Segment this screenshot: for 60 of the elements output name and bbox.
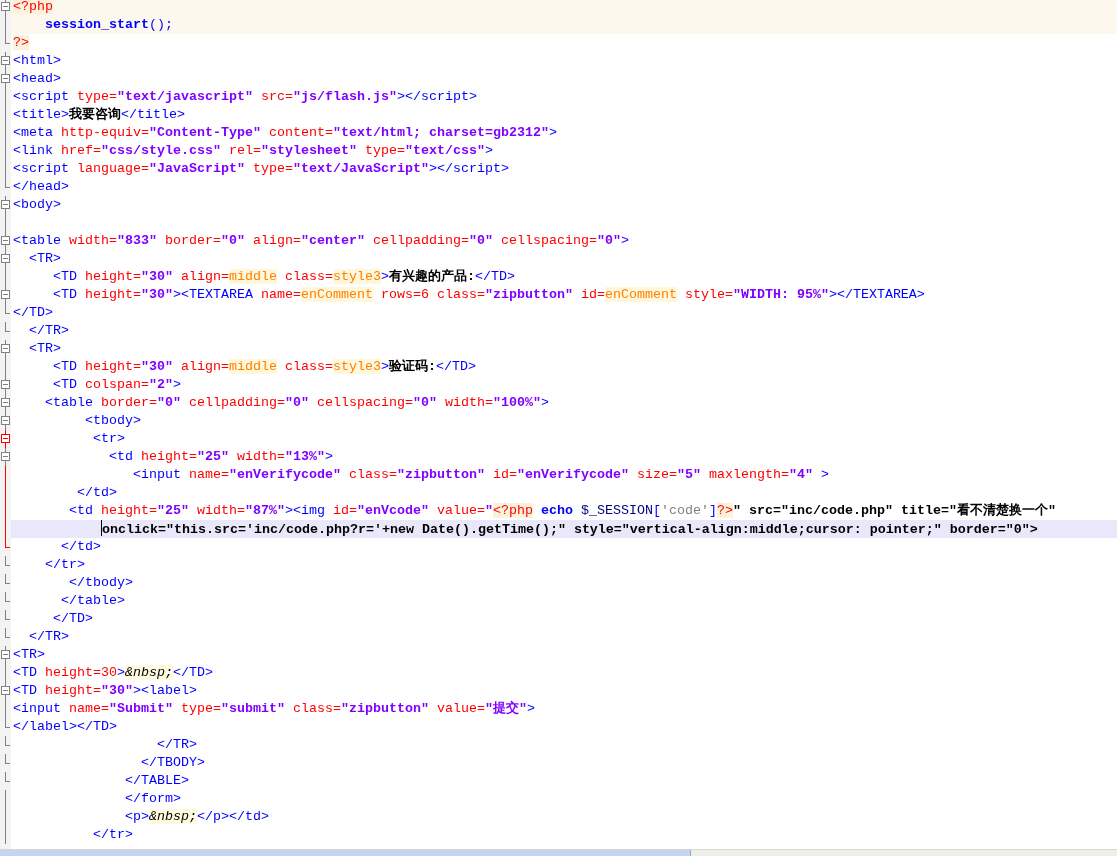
code-line: </tr> <box>91 826 134 844</box>
code-line: </TD> <box>12 304 54 322</box>
collapse-toggle[interactable] <box>0 682 11 700</box>
code-line: <meta http-equiv="Content-Type" content="text/html; charset=gb2312"> <box>12 124 558 142</box>
code-line: </label></TD> <box>12 718 118 736</box>
code-line: </TD> <box>52 610 94 628</box>
code-line: </tbody> <box>68 574 134 592</box>
code-line: </form> <box>123 790 182 808</box>
collapse-toggle[interactable] <box>0 0 11 16</box>
collapse-toggle[interactable] <box>0 340 11 358</box>
code-line: <link href="css/style.css" rel="stylesheet" type="text/css"> <box>12 142 494 160</box>
code-line: </TABLE> <box>123 772 190 790</box>
collapse-toggle[interactable] <box>0 250 11 268</box>
code-line: <script type="text/javascript" src="js/flash.js"></script> <box>12 88 478 106</box>
code-line: </TR> <box>28 628 70 646</box>
code-line: <table width="833" border="0" align="center" cellpadding="0" cellspacing="0"> <box>12 232 630 250</box>
code-line: <td height="25" width="13%"> <box>107 448 334 466</box>
collapse-toggle[interactable] <box>0 70 11 88</box>
scrollbar-thumb[interactable] <box>0 850 691 856</box>
code-line: <input name="enVerifycode" class="zipbutton" id="enVerifycode" size="5" maxlength="4" > <box>131 466 830 484</box>
code-line: <input name="Submit" type="submit" class="zipbutton" value="提交"> <box>12 700 536 718</box>
code-line: <TD height="30" align=middle class=style3>有兴趣的产品:</TD> <box>52 268 516 286</box>
collapse-toggle[interactable] <box>0 196 11 214</box>
code-line: <TD height=30>&nbsp;</TD> <box>12 664 214 682</box>
code-line: <TR> <box>28 340 62 358</box>
code-line: <title>我要咨询</title> <box>12 106 186 124</box>
code-line: </TBODY> <box>139 754 206 772</box>
horizontal-scrollbar[interactable] <box>0 849 1117 856</box>
collapse-toggle[interactable] <box>0 394 11 412</box>
code-line: <TR> <box>12 646 46 664</box>
collapse-toggle[interactable] <box>0 286 11 304</box>
code-line: <TD height="30" align=middle class=style3>验证码:</TD> <box>52 358 477 376</box>
code-line: <body> <box>12 196 62 214</box>
code-line: <script language="JavaScript" type="text/JavaScript"></script> <box>12 160 510 178</box>
collapse-toggle[interactable] <box>0 430 11 448</box>
collapse-toggle[interactable] <box>0 232 11 250</box>
collapse-toggle[interactable] <box>0 646 11 664</box>
code-line: </td> <box>76 484 118 502</box>
code-line: <TD height="30"><label> <box>12 682 198 700</box>
code-line: </tr> <box>44 556 86 574</box>
collapse-toggle[interactable] <box>0 376 11 394</box>
code-line: <p>&nbsp;</p></td> <box>123 808 270 826</box>
code-line: </table> <box>60 592 126 610</box>
code-line: <TD height="30"><TEXTAREA name=enComment rows=6 class="zipbutton" id=enComment style="WIDTH: 95%"></TEXTAREA> <box>52 286 926 304</box>
collapse-toggle[interactable] <box>0 448 11 466</box>
code-line: </head> <box>12 178 70 196</box>
code-line: <html> <box>12 52 62 70</box>
code-line: </TR> <box>155 736 198 754</box>
code-line: session_start(); <box>44 16 174 34</box>
code-line: <TR> <box>28 250 62 268</box>
code-line: <head> <box>12 70 62 88</box>
code-line: <table border="0" cellpadding="0" cellspacing="0" width="100%"> <box>44 394 550 412</box>
code-line: </TR> <box>28 322 70 340</box>
collapse-toggle[interactable] <box>0 412 11 430</box>
code-line: <tbody> <box>83 412 142 430</box>
code-line: <TD colspan="2"> <box>52 376 182 394</box>
code-line: <td height="25" width="87%"><img id="enVcode" value="<?php echo $_SESSION['code']?>" src="inc/code.php" title="看不清楚换一个" <box>68 502 1057 520</box>
collapse-toggle[interactable] <box>0 52 11 70</box>
code-line: </td> <box>60 538 102 556</box>
code-line: <tr> <box>91 430 126 448</box>
